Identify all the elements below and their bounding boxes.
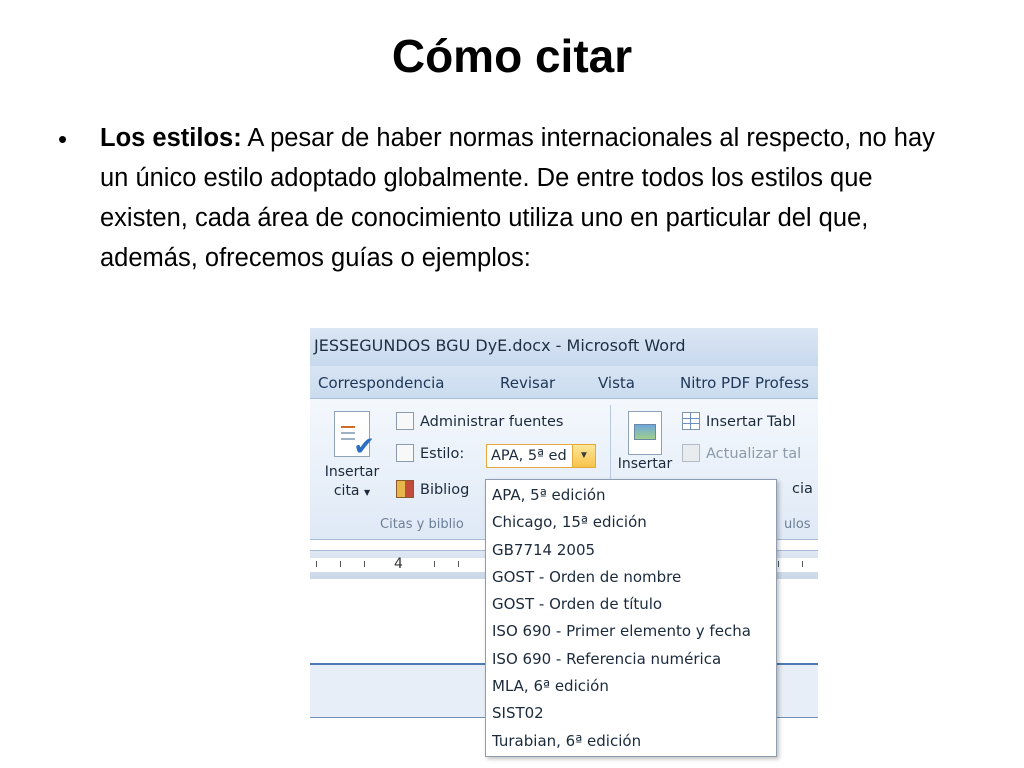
bullet-icon: • [58,124,68,154]
tab-revisar[interactable]: Revisar [500,374,555,392]
group-label-citations: Citas y biblio [380,517,464,532]
style-label-row: Estilo: [396,444,465,467]
style-option-iso690-numeric[interactable]: ISO 690 - Referencia numérica [486,646,776,673]
style-select-value: APA, 5ª ed [491,448,567,464]
citation-icon: ✔ [334,411,375,460]
window-title: JESSEGUNDOS BGU DyE.docx - Microsoft Wor… [314,336,686,355]
bibliography-button[interactable]: Bibliog [396,480,470,503]
bibliography-label: Bibliog [420,482,470,498]
manage-sources-button[interactable]: Administrar fuentes [396,412,564,435]
insert-citation-label: Insertar cita [324,464,380,499]
style-option-gost-name[interactable]: GOST - Orden de nombre [486,564,776,591]
slide-title: Cómo citar [391,30,633,82]
chevron-down-icon: ▼ [363,488,371,497]
insert-caption-button[interactable]: Insertar [614,411,676,474]
style-icon [396,444,414,462]
style-option-sist02[interactable]: SIST02 [486,700,776,727]
bibliography-icon [396,480,414,498]
insert-caption-label: Insertar [617,456,673,472]
insert-citation-button[interactable]: ✔ Insertar cita ▼ [316,411,388,502]
style-label: Estilo: [420,446,465,462]
bullet-label: Los estilos: [100,124,242,152]
style-select[interactable]: APA, 5ª ed ▼ [486,444,596,468]
word-titlebar: JESSEGUNDOS BGU DyE.docx - Microsoft Wor… [310,328,818,366]
chevron-down-icon[interactable]: ▼ [572,445,595,467]
caption-icon [628,411,662,455]
manage-sources-label: Administrar fuentes [420,414,564,430]
style-dropdown-list[interactable]: APA, 5ª edición Chicago, 15ª edición GB7… [485,479,777,757]
tab-vista[interactable]: Vista [598,374,635,392]
tab-correspondencia[interactable]: Correspondencia [318,374,445,392]
style-option-mla[interactable]: MLA, 6ª edición [486,673,776,700]
update-table-label: Actualizar tal [706,446,802,462]
manage-sources-icon [396,412,414,430]
cross-reference-button[interactable]: cia cr [792,481,818,503]
style-option-gost-title[interactable]: GOST - Orden de título [486,591,776,618]
bullet-point: • Los estilos: A pesar de haber normas i… [58,118,948,278]
style-option-iso690-first[interactable]: ISO 690 - Primer elemento y fecha [486,618,776,645]
update-table-button[interactable]: Actualizar tal [682,444,802,467]
tab-nitro-pdf[interactable]: Nitro PDF Profess [680,374,809,392]
ruler-number: 4 [394,556,403,572]
ribbon-tabs: Correspondencia Revisar Vista Nitro PDF … [310,366,818,399]
cross-reference-label: cia cr [792,481,818,497]
insert-table-label: Insertar Tabl [706,414,796,430]
style-option-chicago[interactable]: Chicago, 15ª edición [486,509,776,536]
table-icon [682,412,700,430]
group-label-captions: ulos [784,517,811,532]
insert-table-of-figures-button[interactable]: Insertar Tabl [682,412,796,435]
refresh-icon [682,444,700,462]
style-option-turabian[interactable]: Turabian, 6ª edición [486,728,776,755]
bullet-text: Los estilos: A pesar de haber normas int… [100,118,948,278]
style-option-apa[interactable]: APA, 5ª edición [486,482,776,509]
style-option-gb7714[interactable]: GB7714 2005 [486,537,776,564]
